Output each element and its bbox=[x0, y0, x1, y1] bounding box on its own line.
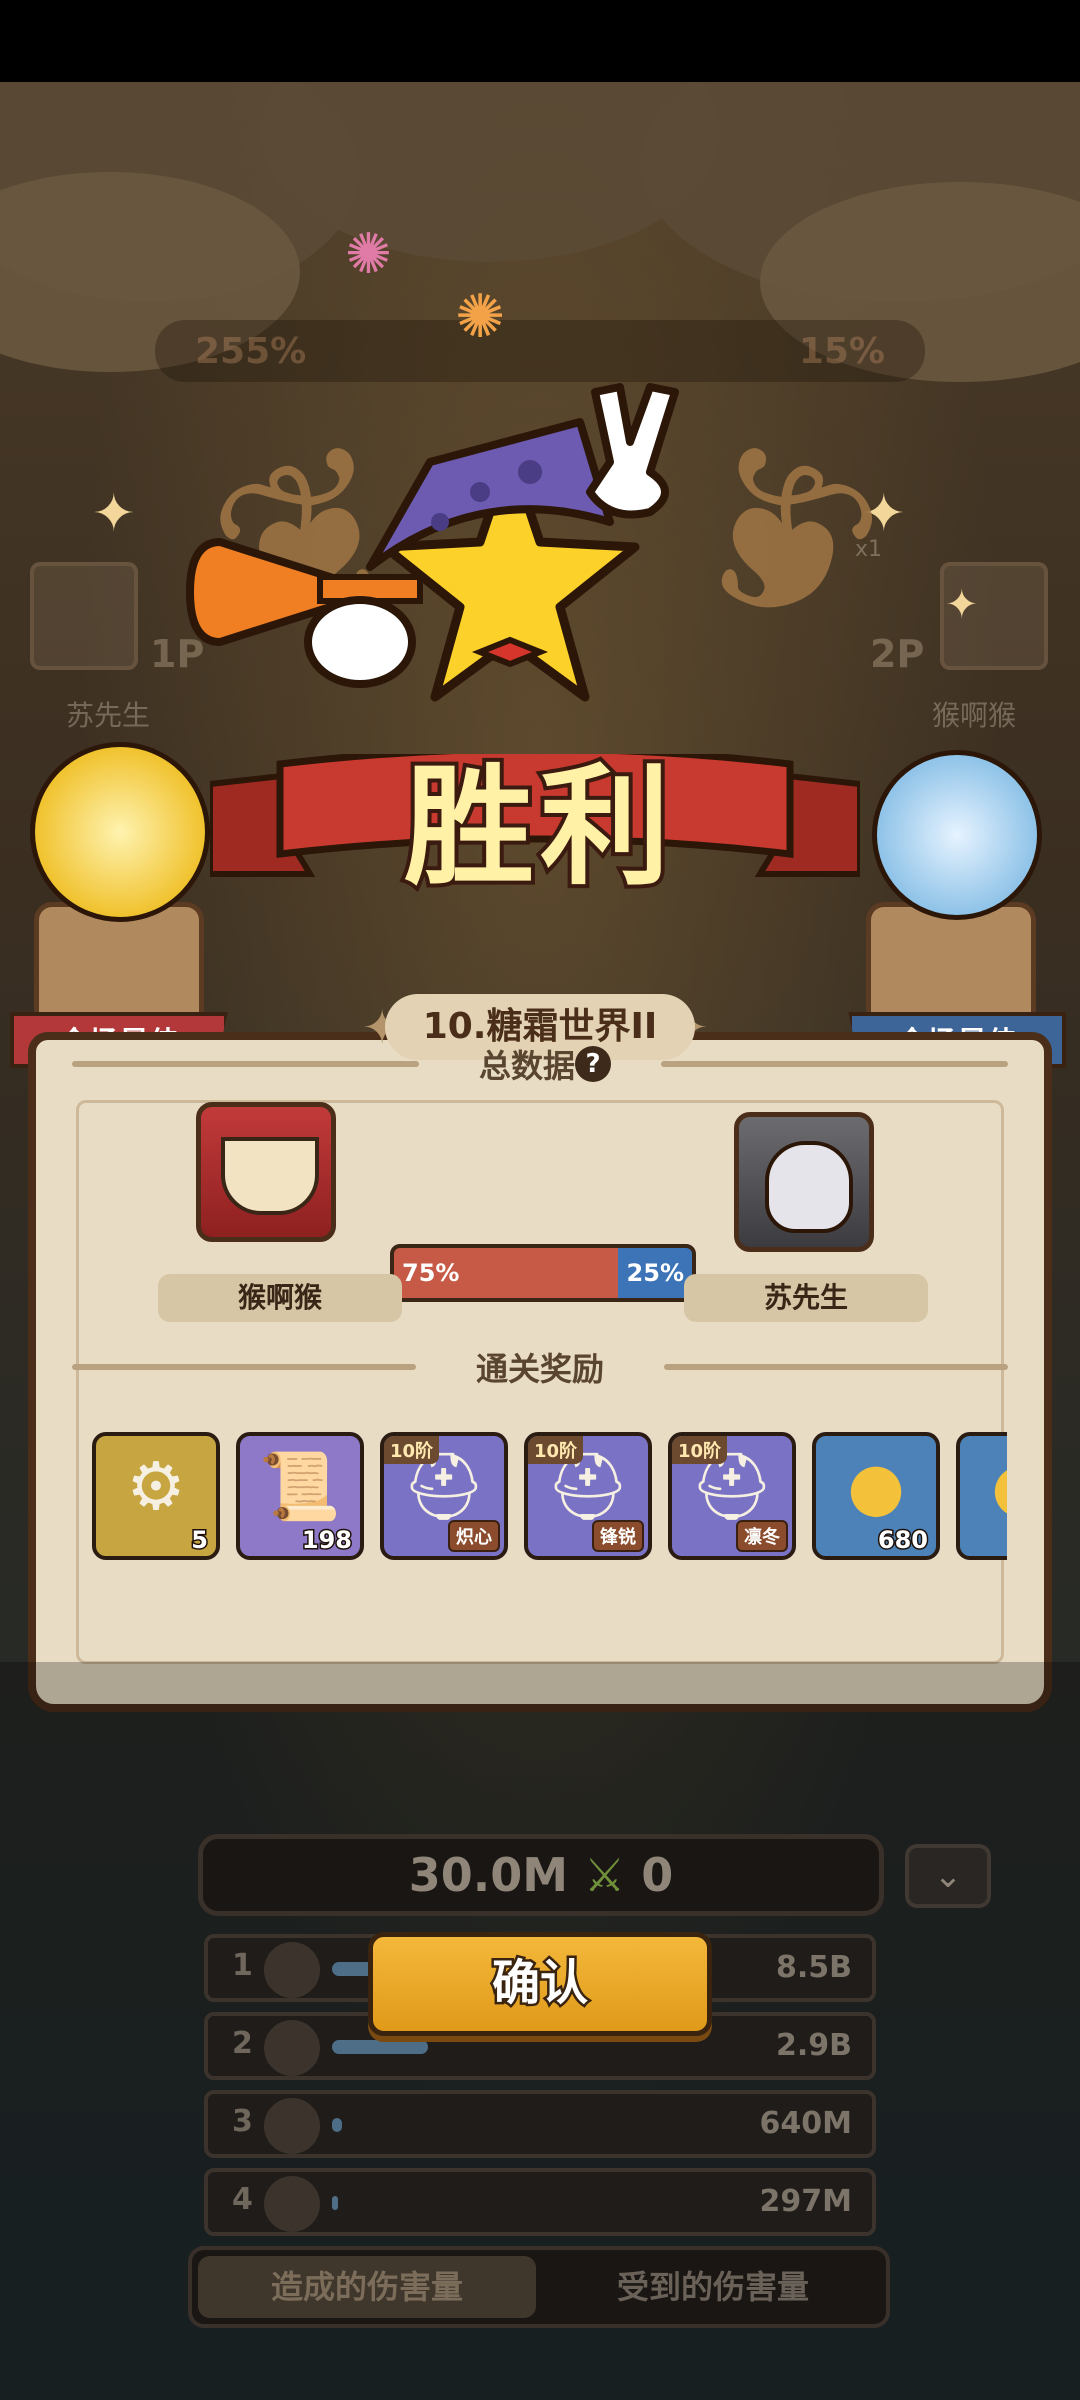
divider bbox=[72, 1364, 416, 1370]
reward-quantity: 5 bbox=[190, 1525, 210, 1556]
damage-rank: 1 bbox=[232, 1948, 253, 1983]
damage-total-left: 30.0M bbox=[408, 1848, 568, 1902]
contribution-ratio-bar: 75% 25% bbox=[390, 1244, 696, 1302]
damage-bar bbox=[332, 2118, 342, 2132]
ratio-right-fill: 25% bbox=[617, 1248, 692, 1298]
reward-item[interactable]: ● bbox=[956, 1432, 1007, 1560]
reward-quantity: 198 bbox=[300, 1525, 353, 1556]
reward-tier: 10阶 bbox=[384, 1436, 440, 1464]
gold-coin-icon: ● bbox=[847, 1448, 905, 1525]
background-portrait-left bbox=[30, 562, 138, 670]
divider bbox=[661, 1061, 1009, 1067]
player-left-portrait[interactable] bbox=[196, 1102, 336, 1242]
reward-quantity: 680 bbox=[876, 1525, 929, 1556]
stats-section-header: 总数据 ? bbox=[72, 1044, 1009, 1085]
tab-damage-dealt[interactable]: 造成的伤害量 bbox=[198, 2256, 536, 2318]
reward-item[interactable]: ⛑ 10阶 凛冬 bbox=[668, 1432, 796, 1560]
victory-title: 胜利 bbox=[400, 747, 676, 907]
reward-tier: 10阶 bbox=[528, 1436, 584, 1464]
damage-value: 297M bbox=[759, 2184, 852, 2219]
player-right-portrait[interactable] bbox=[734, 1112, 874, 1252]
reward-item[interactable]: ● 680 bbox=[812, 1432, 940, 1560]
damage-rank: 4 bbox=[232, 2182, 253, 2217]
reward-tag: 炽心 bbox=[448, 1520, 500, 1552]
crossed-swords-icon: ⚔ bbox=[584, 1848, 626, 1902]
map-scroll-icon: 📜 bbox=[258, 1448, 342, 1525]
reward-item[interactable]: ⛑ 10阶 锋锐 bbox=[524, 1432, 652, 1560]
player-left-name: 猴啊猴 bbox=[158, 1274, 402, 1322]
divider bbox=[72, 1061, 419, 1067]
divider bbox=[664, 1364, 1009, 1370]
reward-tier: 10阶 bbox=[672, 1436, 728, 1464]
confirm-button[interactable]: 确认 bbox=[368, 1932, 712, 2036]
mvp-character-left-icon bbox=[30, 742, 210, 922]
rewards-list[interactable]: ⚙5📜198⛑10阶炽心⛑10阶锋锐⛑10阶凛冬●680● bbox=[92, 1432, 1007, 1562]
background-name-right: 猴啊猴 bbox=[932, 699, 1017, 732]
firework-icon: ✺ bbox=[345, 222, 392, 287]
damage-row: 4 297M bbox=[204, 2168, 876, 2236]
damage-value: 640M bbox=[759, 2106, 852, 2141]
sparkle-icon: ✦ bbox=[945, 582, 979, 628]
sparkle-icon: ✦ bbox=[92, 484, 136, 544]
reward-tag: 凛冬 bbox=[736, 1520, 788, 1552]
damage-rank: 3 bbox=[232, 2104, 253, 2139]
damage-bar bbox=[332, 2040, 428, 2054]
reward-item[interactable]: ⛑ 10阶 炽心 bbox=[380, 1432, 508, 1560]
damage-row: 3 640M bbox=[204, 2090, 876, 2158]
avatar bbox=[264, 2176, 320, 2232]
player-2p-tag: 2P bbox=[870, 632, 925, 676]
damage-bar bbox=[332, 2196, 338, 2210]
gold-coin-icon: ● bbox=[960, 1448, 1007, 1525]
teacup-icon bbox=[221, 1137, 319, 1215]
avatar bbox=[264, 2020, 320, 2076]
rewards-header-label: 通关奖励 bbox=[476, 1350, 605, 1388]
rewards-section-header: 通关奖励 bbox=[72, 1347, 1009, 1388]
damage-tabs: 造成的伤害量 受到的伤害量 bbox=[188, 2246, 890, 2328]
chevron-down-icon[interactable]: ⌄ bbox=[905, 1844, 991, 1908]
damage-total-bar: 30.0M ⚔ 0 bbox=[198, 1834, 884, 1916]
background-stat-left: 255% bbox=[195, 330, 307, 372]
gear-coins-icon: ⚙ bbox=[126, 1448, 186, 1525]
avatar bbox=[264, 1942, 320, 1998]
ratio-left-fill: 75% bbox=[394, 1248, 618, 1298]
reward-item[interactable]: 📜 198 bbox=[236, 1432, 364, 1560]
mvp-character-right-icon bbox=[872, 750, 1042, 920]
reward-item[interactable]: ⚙ 5 bbox=[92, 1432, 220, 1560]
damage-value: 8.5B bbox=[775, 1950, 852, 1985]
player-right-name: 苏先生 bbox=[684, 1274, 928, 1322]
game-scene: 255% 15% 1P 2P 苏先生 猴啊猴 x1 ✦ ✦ ✦ ✺ ✺ ❦ ❦ … bbox=[0, 82, 1080, 2400]
background-stat-right: 15% bbox=[798, 330, 885, 372]
background-name-left: 苏先生 bbox=[66, 699, 151, 732]
damage-total-right: 0 bbox=[641, 1848, 674, 1902]
character-cat-icon bbox=[765, 1141, 853, 1233]
firework-icon: ✺ bbox=[455, 282, 506, 352]
tab-damage-taken[interactable]: 受到的伤害量 bbox=[544, 2256, 882, 2318]
damage-rank: 2 bbox=[232, 2026, 253, 2061]
help-icon[interactable]: ? bbox=[575, 1046, 612, 1082]
damage-value: 2.9B bbox=[775, 2028, 852, 2063]
reward-tag: 锋锐 bbox=[592, 1520, 644, 1552]
avatar bbox=[264, 2098, 320, 2154]
